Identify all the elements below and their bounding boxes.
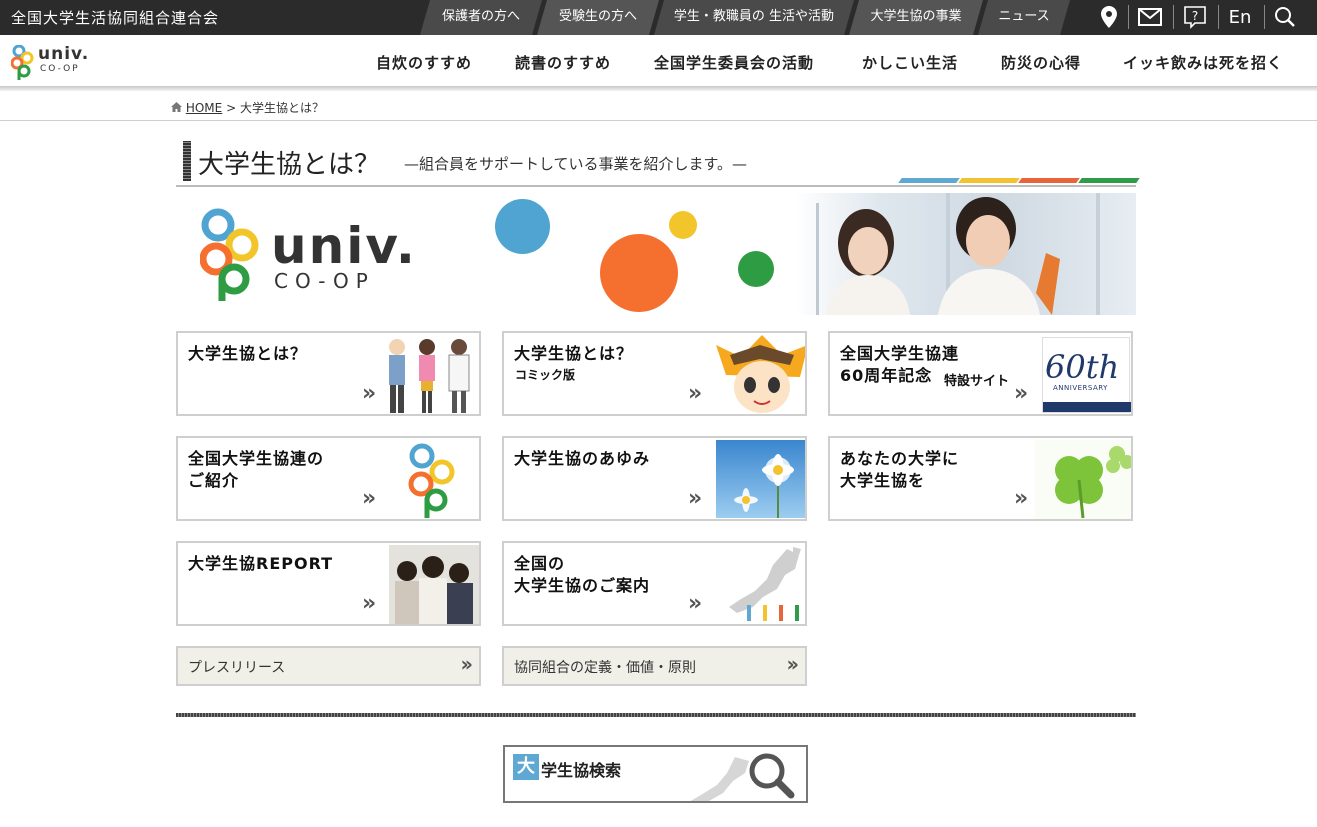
card-about-coop[interactable]: 大学生協とは？ ›› (176, 331, 481, 416)
logo-subtext: CO-OP (40, 64, 80, 74)
location-pin-icon[interactable] (1094, 3, 1124, 31)
card-title: 大学生協のあゆみ (514, 449, 651, 468)
breadcrumb-current: 大学生協とは？ (239, 101, 324, 115)
stripe-yellow (958, 178, 1020, 183)
home-icon (171, 101, 186, 115)
card-subtitle: 特設サイト (944, 374, 1010, 389)
card-coop-report[interactable]: 大学生協REPORT ›› (176, 541, 481, 626)
hero-wordmark: univ. (271, 217, 417, 275)
univ-coop-logo[interactable]: univ. CO-OP (11, 41, 101, 81)
chevron-double-right-icon: ›› (362, 486, 376, 511)
stripe-blue (898, 178, 960, 183)
hero-circle-yellow (669, 211, 697, 239)
site-name[interactable]: 全国大学生活協同組合連合会 (11, 7, 219, 28)
mail-icon[interactable] (1135, 3, 1165, 31)
language-english[interactable]: En (1224, 3, 1256, 31)
logo-wordmark: univ. (38, 44, 90, 64)
title-accent-bar (183, 141, 191, 181)
japan-map-icon (729, 547, 801, 621)
coop-rings-logo-icon (408, 443, 455, 518)
60th-anniversary-logo-icon: 60th ANNIVERSARY (1042, 337, 1131, 413)
stripe-orange (1018, 178, 1080, 183)
nav-reading[interactable]: 読書のすすめ (515, 52, 611, 73)
nav-smart-living[interactable]: かしこい生活 (862, 52, 958, 73)
link-label: プレスリリース (188, 660, 286, 676)
hero-wordmark-sub: CO-OP (274, 269, 375, 293)
tab-news[interactable]: ニュース (978, 0, 1070, 35)
card-federation-intro[interactable]: 全国大学生協連の ご紹介 ›› (176, 436, 481, 521)
breadcrumb-separator: > (226, 101, 237, 115)
coop-search-banner[interactable]: 大 学生協検索 (503, 745, 808, 803)
comic-character-icon (716, 335, 805, 413)
tab-applicants[interactable]: 受験生の方へ (537, 0, 659, 35)
card-60th-anniversary[interactable]: 全国大学生協連 60周年記念 特設サイト ›› 60th ANNIVERSARY (828, 331, 1133, 416)
page-subtitle: —組合員をサポートしている事業を紹介します。— (404, 155, 748, 173)
coop-principles-link[interactable]: 協同組合の定義・価値・原則 ›› (502, 646, 807, 686)
card-title: 全国大学生協連 60周年記念 (840, 344, 960, 385)
chevron-double-right-icon: ›› (688, 591, 702, 616)
hero-banner: univ. CO-OP (176, 193, 1136, 315)
search-banner-label: 学生協検索 (541, 761, 622, 780)
nav-disaster[interactable]: 防災の心得 (1001, 52, 1081, 73)
search-icon[interactable] (1270, 3, 1300, 31)
link-label: 協同組合の定義・価値・原則 (514, 660, 696, 676)
magnifier-map-icon (690, 753, 795, 801)
help-icon[interactable]: ? (1180, 3, 1210, 31)
tab-parents[interactable]: 保護者の方へ (420, 0, 542, 35)
card-about-coop-comic[interactable]: 大学生協とは？ コミック版 ›› (502, 331, 807, 416)
people-illustration-icon (389, 339, 470, 413)
chevron-double-right-icon: ›› (362, 381, 376, 406)
card-title: 大学生協とは？ (514, 344, 634, 363)
nav-binge-drinking[interactable]: イッキ飲みは死を招く (1123, 52, 1283, 73)
hero-students-photo (796, 193, 1136, 315)
card-title: 大学生協とは？ (188, 344, 308, 363)
card-history[interactable]: 大学生協のあゆみ ›› (502, 436, 807, 521)
chevron-double-right-icon: ›› (688, 486, 702, 511)
svg-text:?: ? (1192, 9, 1198, 23)
top-bar: 全国大学生活協同組合連合会 保護者の方へ 受験生の方へ 学生・教職員の 生活や活… (0, 0, 1317, 35)
press-release-link[interactable]: プレスリリース ›› (176, 646, 481, 686)
students-photo-icon (389, 545, 479, 624)
page-title: 大学生協とは？ (198, 150, 381, 180)
card-title: 全国大学生協連の ご紹介 (188, 449, 325, 490)
card-title: あなたの大学に 大学生協を (840, 449, 960, 490)
daisy-photo-icon (716, 440, 805, 518)
card-title: 全国の 大学生協のご案内 (514, 554, 651, 595)
search-banner-highlight: 大 (513, 754, 539, 780)
chevron-double-right-icon: ›› (1014, 486, 1028, 511)
nav-student-committee[interactable]: 全国学生委員会の活動 (654, 52, 814, 73)
card-coop-at-your-university[interactable]: あなたの大学に 大学生協を ›› (828, 436, 1133, 521)
chevron-double-right-icon: ›› (688, 381, 702, 406)
chevron-double-right-icon: ›› (1014, 381, 1028, 406)
hero-coop-rings-logo (200, 208, 259, 301)
tab-students-staff[interactable]: 学生・教職員の 生活や活動 (654, 0, 854, 35)
section-divider (176, 713, 1136, 717)
hero-circle-blue (495, 199, 550, 254)
nav-cooking[interactable]: 自炊のすすめ (376, 52, 472, 73)
tab-business[interactable]: 大学生協の事業 (849, 0, 983, 35)
hero-circle-green (738, 251, 774, 287)
card-coop-guide[interactable]: 全国の 大学生協のご案内 ›› (502, 541, 807, 626)
stripe-green (1078, 178, 1140, 183)
header: univ. CO-OP 自炊のすすめ 読書のすすめ 全国学生委員会の活動 かしこ… (0, 35, 1317, 86)
clover-photo-icon (1035, 440, 1131, 519)
hero-circle-orange (600, 234, 678, 312)
breadcrumb: HOME > 大学生協とは？ (171, 99, 324, 116)
chevron-double-right-icon: ›› (786, 652, 800, 676)
card-title: 大学生協REPORT (188, 554, 334, 573)
breadcrumb-home[interactable]: HOME (186, 101, 222, 115)
chevron-double-right-icon: ›› (460, 652, 474, 676)
chevron-double-right-icon: ›› (362, 591, 376, 616)
card-subtitle: コミック版 (515, 368, 576, 382)
